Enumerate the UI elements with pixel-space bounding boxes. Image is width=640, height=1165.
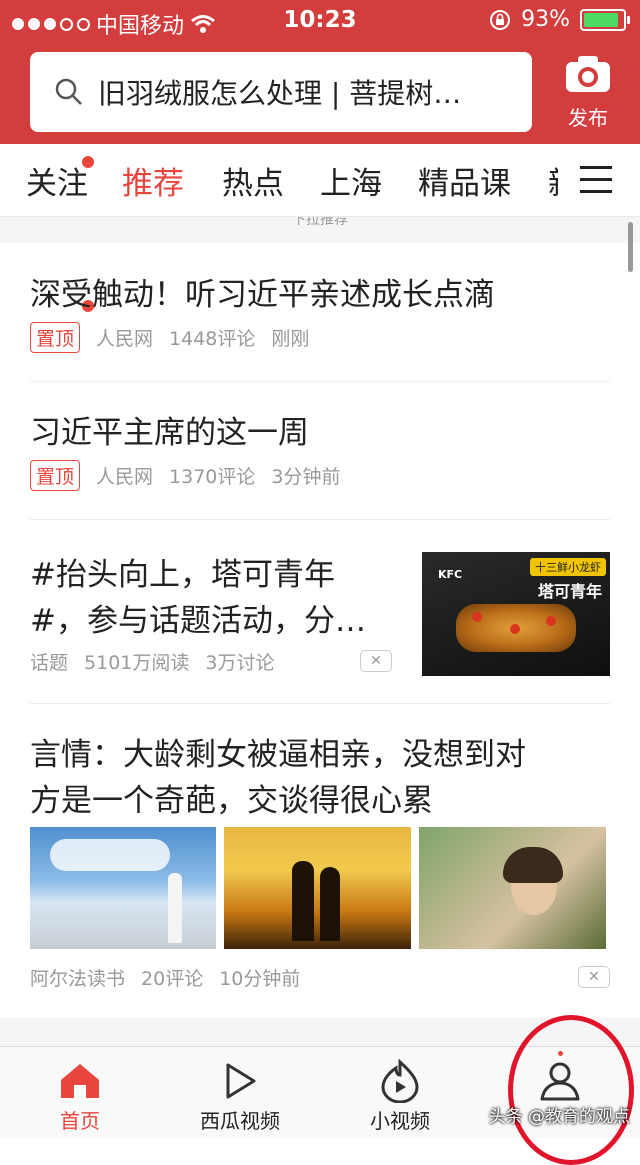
article-image-3[interactable] (419, 827, 606, 949)
tab-premium-course[interactable]: 精品课 (418, 158, 511, 203)
article-title[interactable]: 深受触动！听习近平亲述成长点滴 (30, 272, 495, 318)
article-source: 阿尔法读书 (30, 968, 126, 990)
watermark: 头条 @教育的观点 (488, 1107, 630, 1127)
flame-play-icon (381, 1059, 419, 1103)
topic-label: 话题 (30, 652, 69, 674)
search-query[interactable]: 旧羽绒服怎么处理 | 菩提树… (98, 72, 518, 112)
article-meta: 置顶 人民网 1370评论 3分钟前 (30, 460, 340, 491)
topic-reads: 5101万阅读 (84, 652, 190, 674)
tab-shanghai[interactable]: 上海 (320, 158, 382, 203)
kfc-logo: KFC (438, 568, 463, 581)
nav-short-video[interactable]: 小视频 (320, 1047, 480, 1137)
battery-icon (580, 8, 630, 31)
article-image-1[interactable] (30, 827, 216, 949)
camera-icon (566, 56, 610, 92)
pull-hint: 下拉推荐 (0, 217, 640, 243)
pinned-badge: 置顶 (30, 322, 81, 353)
nav-short-video-label: 小视频 (370, 1109, 430, 1133)
search-icon (55, 78, 82, 105)
follow-dot (82, 156, 94, 168)
article-comments: 20评论 (141, 968, 204, 990)
article-title-line1[interactable]: 言情：大龄剩女被逼相亲，没想到对 (30, 732, 526, 778)
channel-tabs: 关注 推荐 热点 上海 精品课 新 (0, 144, 640, 312)
scrollbar[interactable] (628, 222, 633, 272)
rotation-lock-icon (490, 9, 511, 30)
article-time: 刚刚 (271, 328, 310, 350)
home-icon (61, 1064, 99, 1098)
publish-button[interactable]: 发布 (556, 54, 620, 134)
battery-percent: 93% (521, 7, 570, 32)
article-comments: 1370评论 (169, 466, 256, 488)
search-bar[interactable]: 旧羽绒服怎么处理 | 菩提树… (30, 52, 532, 132)
topic-meta: 话题 5101万阅读 3万讨论 (30, 648, 274, 675)
topic-discuss: 3万讨论 (205, 652, 275, 674)
divider (30, 519, 610, 520)
article-image-2[interactable] (224, 827, 411, 949)
ad-title: 塔可青年 (538, 582, 603, 601)
tab-recommend[interactable]: 推荐 (122, 158, 184, 203)
article-time: 10分钟前 (219, 968, 301, 990)
tab-hot[interactable]: 热点 (222, 158, 284, 203)
article-comments: 1448评论 (169, 328, 256, 350)
channel-menu-button[interactable] (558, 144, 640, 216)
article-title-line2[interactable]: 方是一个奇葩，交谈得很心累 (30, 778, 433, 824)
article-title[interactable]: 习近平主席的这一周 (30, 410, 309, 456)
pinned-badge: 置顶 (30, 460, 81, 491)
article-time: 3分钟前 (271, 466, 341, 488)
publish-label: 发布 (568, 106, 608, 130)
nav-xigua-label: 西瓜视频 (200, 1109, 280, 1133)
highlight-circle (508, 1015, 634, 1165)
article-source: 人民网 (96, 466, 154, 488)
topic-title-line1[interactable]: #抬头向上，塔可青年 (30, 552, 335, 598)
article-meta: 阿尔法读书 20评论 10分钟前 (30, 964, 300, 991)
nav-home[interactable]: 首页 (0, 1047, 160, 1137)
article-source: 人民网 (96, 328, 154, 350)
divider (30, 381, 610, 382)
nav-home-label: 首页 (60, 1109, 100, 1133)
play-icon (226, 1063, 256, 1099)
nav-xigua-video[interactable]: 西瓜视频 (160, 1047, 320, 1137)
tab-follow[interactable]: 关注 (26, 158, 88, 203)
ad-slogan: 十三鲜小龙虾 (530, 558, 606, 576)
divider (30, 703, 610, 704)
status-bar: 中国移动 10:23 93% (0, 0, 640, 40)
topic-title-line2[interactable]: #，参与话题活动，分… (30, 598, 366, 644)
dismiss-button[interactable]: ✕ (578, 966, 610, 988)
header: 中国移动 10:23 93% 旧羽绒服怎么处理 | 菩提树… 发布 (0, 0, 640, 144)
dismiss-button[interactable]: ✕ (360, 650, 392, 672)
article-meta: 置顶 人民网 1448评论 刚刚 (30, 322, 309, 353)
topic-ad-image[interactable]: KFC 十三鲜小龙虾 塔可青年 (422, 552, 610, 676)
